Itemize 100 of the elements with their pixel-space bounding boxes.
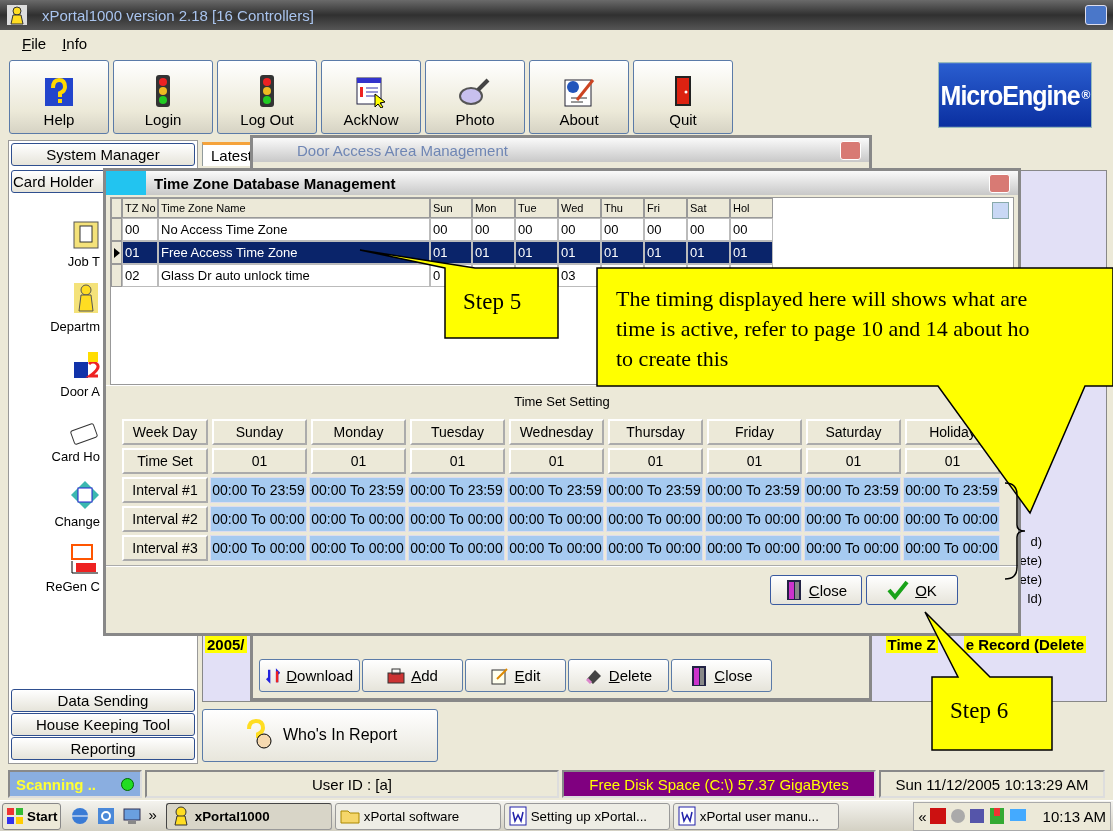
- dialog-button[interactable]: Download: [259, 659, 360, 692]
- start-button[interactable]: Start: [2, 802, 62, 830]
- restore-button[interactable]: [1085, 5, 1107, 25]
- interval-cell[interactable]: 00:00 To 00:00: [705, 506, 802, 532]
- callout-text: Step 5: [463, 289, 522, 315]
- pointer-triangle-icon: [113, 247, 120, 258]
- table-cell: 01: [730, 241, 773, 264]
- close-button[interactable]: [989, 173, 1010, 193]
- table-cell: 00: [430, 218, 472, 241]
- day-header: Tuesday: [410, 419, 505, 445]
- day-header: Saturday: [806, 419, 901, 445]
- interval-cell[interactable]: 00:00 To 23:59: [309, 477, 406, 503]
- document-pointer-icon: [355, 76, 387, 108]
- sidebar-item[interactable]: Door A: [60, 384, 100, 399]
- toolbar-button[interactable]: Login: [113, 60, 213, 134]
- taskbar-button[interactable]: xPortal user manu...: [672, 802, 839, 830]
- sidebar-item[interactable]: ReGen C: [45, 579, 100, 594]
- disk-space-status: Free Disk Space (C:\) 57.37 GigaBytes: [562, 770, 876, 798]
- interval-cell[interactable]: 00:00 To 00:00: [210, 535, 307, 561]
- interval-cell[interactable]: 00:00 To 00:00: [804, 535, 901, 561]
- toolbar-button[interactable]: Help: [9, 60, 109, 134]
- interval-cell[interactable]: 00:00 To 00:00: [903, 506, 1000, 532]
- column-header[interactable]: Tue: [515, 198, 558, 218]
- row-label: Interval #3: [122, 535, 208, 561]
- interval-cell[interactable]: 00:00 To 00:00: [309, 535, 406, 561]
- column-header[interactable]: Mon: [472, 198, 515, 218]
- door-exit-icon: [784, 579, 803, 601]
- dialog-button[interactable]: Edit: [465, 659, 566, 692]
- report-button[interactable]: Who's In Report: [202, 708, 438, 762]
- table-cell: 01: [430, 241, 472, 264]
- interval-cell[interactable]: 00:00 To 23:59: [507, 477, 604, 503]
- sidebar-item[interactable]: Job T: [67, 254, 100, 269]
- column-header[interactable]: Sat: [687, 198, 730, 218]
- checkmark-icon: [887, 580, 910, 600]
- sidebar-item[interactable]: Departm: [50, 319, 100, 334]
- dialog-button[interactable]: Add: [362, 659, 463, 692]
- note-edit-icon: [490, 666, 509, 685]
- toolbar-button[interactable]: Log Out: [217, 60, 317, 134]
- time-set-cell: 01: [806, 448, 901, 474]
- date-time-status: Sun 11/12/2005 10:13:29 AM: [879, 770, 1105, 798]
- column-header[interactable]: Hol: [730, 198, 773, 218]
- taskbar-button[interactable]: xPortal1000: [165, 802, 332, 830]
- interval-cell[interactable]: 00:00 To 23:59: [705, 477, 802, 503]
- taskbar-button[interactable]: Setting up xPortal...: [503, 802, 670, 830]
- log-text: d): [1030, 534, 1042, 549]
- column-header[interactable]: TZ No: [122, 198, 158, 218]
- interval-cell[interactable]: 00:00 To 00:00: [507, 506, 604, 532]
- toolbar-button[interactable]: AckNow: [321, 60, 421, 134]
- column-header[interactable]: Wed: [558, 198, 601, 218]
- logo: MicroEngine$^{®}$: [938, 62, 1092, 128]
- sidebar-header-button[interactable]: System Manager: [11, 143, 195, 166]
- interval-cell[interactable]: 00:00 To 00:00: [408, 506, 505, 532]
- nav-button[interactable]: House Keeping Tool: [11, 713, 195, 736]
- interval-cell[interactable]: 00:00 To 00:00: [210, 506, 307, 532]
- interval-cell[interactable]: 00:00 To 00:00: [804, 506, 901, 532]
- diamond-table-icon: [70, 480, 100, 510]
- folder-icon: [339, 808, 360, 824]
- window-icon: [106, 171, 146, 195]
- toolbar-button[interactable]: Photo: [425, 60, 525, 134]
- interval-cell[interactable]: 00:00 To 23:59: [903, 477, 1000, 503]
- sidebar-item[interactable]: Change: [54, 514, 100, 529]
- more-chevron[interactable]: »: [148, 806, 157, 826]
- column-header[interactable]: Sun: [430, 198, 472, 218]
- column-header[interactable]: Thu: [601, 198, 644, 218]
- dialog-button[interactable]: OK: [866, 575, 958, 605]
- column-header[interactable]: Fri: [644, 198, 687, 218]
- sidebar-item[interactable]: Card Ho: [51, 449, 100, 464]
- interval-cell[interactable]: 00:00 To 00:00: [606, 506, 703, 532]
- tray-chevron[interactable]: «: [918, 807, 927, 825]
- close-button[interactable]: [840, 140, 861, 160]
- table-cell: Glass Dr auto unlock time: [158, 264, 430, 287]
- table-cell: 01: [601, 241, 644, 264]
- taskbar-button[interactable]: xPortal software: [334, 802, 501, 830]
- dialog-button[interactable]: Delete: [568, 659, 669, 692]
- interval-cell[interactable]: 00:00 To 00:00: [705, 535, 802, 561]
- interval-cell[interactable]: 00:00 To 23:59: [210, 477, 307, 503]
- menu-item[interactable]: Info: [62, 34, 88, 52]
- interval-cell[interactable]: 00:00 To 00:00: [903, 535, 1000, 561]
- menu-item[interactable]: File: [22, 34, 47, 52]
- dialog-button[interactable]: Close: [770, 575, 862, 605]
- interval-cell[interactable]: 00:00 To 00:00: [507, 535, 604, 561]
- toolbar-button[interactable]: Quit: [633, 60, 733, 134]
- column-header[interactable]: Time Zone Name: [158, 198, 430, 218]
- user-id-status: User ID : [a]: [145, 770, 559, 798]
- nav-button[interactable]: Reporting: [11, 737, 195, 760]
- interval-cell[interactable]: 00:00 To 00:00: [309, 506, 406, 532]
- toolbar-button[interactable]: About: [529, 60, 629, 134]
- nav-button[interactable]: Data Sending: [11, 689, 195, 712]
- interval-cell[interactable]: 00:00 To 00:00: [606, 535, 703, 561]
- table-cell: 00: [730, 218, 773, 241]
- scroll-up-button[interactable]: [992, 202, 1009, 219]
- interval-cell[interactable]: 00:00 To 00:00: [408, 535, 505, 561]
- interval-cell[interactable]: 00:00 To 23:59: [804, 477, 901, 503]
- dialog-button[interactable]: Close: [671, 659, 772, 692]
- interval-cell[interactable]: 00:00 To 23:59: [408, 477, 505, 503]
- refresh-page-icon: [96, 806, 117, 826]
- interval-cell[interactable]: 00:00 To 23:59: [606, 477, 703, 503]
- toolbox-icon: [387, 667, 406, 684]
- table-cell: 01: [558, 241, 601, 264]
- clock: 10:13 AM: [1042, 807, 1106, 825]
